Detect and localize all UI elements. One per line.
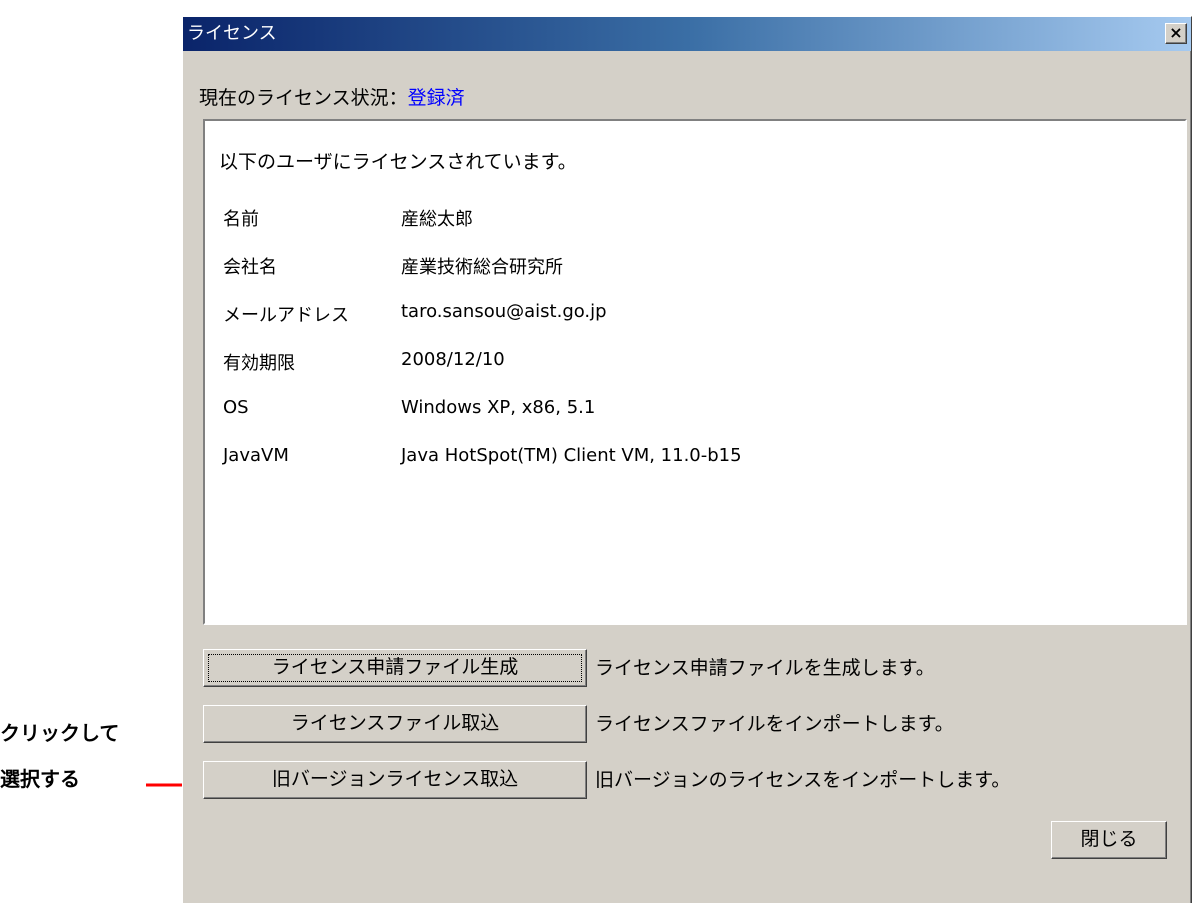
status-value: 登録済 [407,87,465,109]
import-license-file-button[interactable]: ライセンスファイル取込 [203,705,587,743]
info-label: OS [223,397,249,418]
window-title: ライセンス [187,23,277,44]
import-old-license-button[interactable]: 旧バージョンライセンス取込 [203,761,587,799]
info-intro: 以下のユーザにライセンスされています。 [219,151,577,173]
title-bar: ライセンス × [183,17,1191,51]
generate-request-file-button[interactable]: ライセンス申請ファイル生成 [203,649,587,687]
close-icon[interactable]: × [1165,23,1187,44]
generate-request-file-description: ライセンス申請ファイルを生成します。 [595,657,935,679]
info-value: 産業技術総合研究所 [401,257,563,278]
info-label: 有効期限 [223,353,295,374]
info-value: Java HotSpot(TM) Client VM, 11.0-b15 [401,445,742,466]
info-label: メールアドレス [223,305,349,326]
license-dialog: ライセンス × 現在のライセンス状況：登録済 以下のユーザにライセンスされていま… [182,16,1192,903]
info-label: 会社名 [223,257,277,278]
info-value: taro.sansou@aist.go.jp [401,301,607,322]
close-button[interactable]: 閉じる [1051,821,1167,859]
callout-line-2: 選択する [0,767,80,791]
license-status: 現在のライセンス状況：登録済 [199,83,465,110]
annotation-callout: クリックして 選択する [0,710,170,802]
license-info-panel: 以下のユーザにライセンスされています。 名前 産総太郎 会社名 産業技術総合研究… [203,119,1187,625]
import-license-file-description: ライセンスファイルをインポートします。 [595,713,954,735]
import-old-license-description: 旧バージョンのライセンスをインポートします。 [595,769,1011,791]
info-value: 産総太郎 [401,209,473,230]
status-label: 現在のライセンス状況： [199,87,408,109]
info-label: 名前 [223,209,259,230]
info-value: Windows XP, x86, 5.1 [401,397,596,418]
info-value: 2008/12/10 [401,349,505,370]
callout-line-1: クリックして [0,721,120,745]
info-label: JavaVM [223,445,289,466]
